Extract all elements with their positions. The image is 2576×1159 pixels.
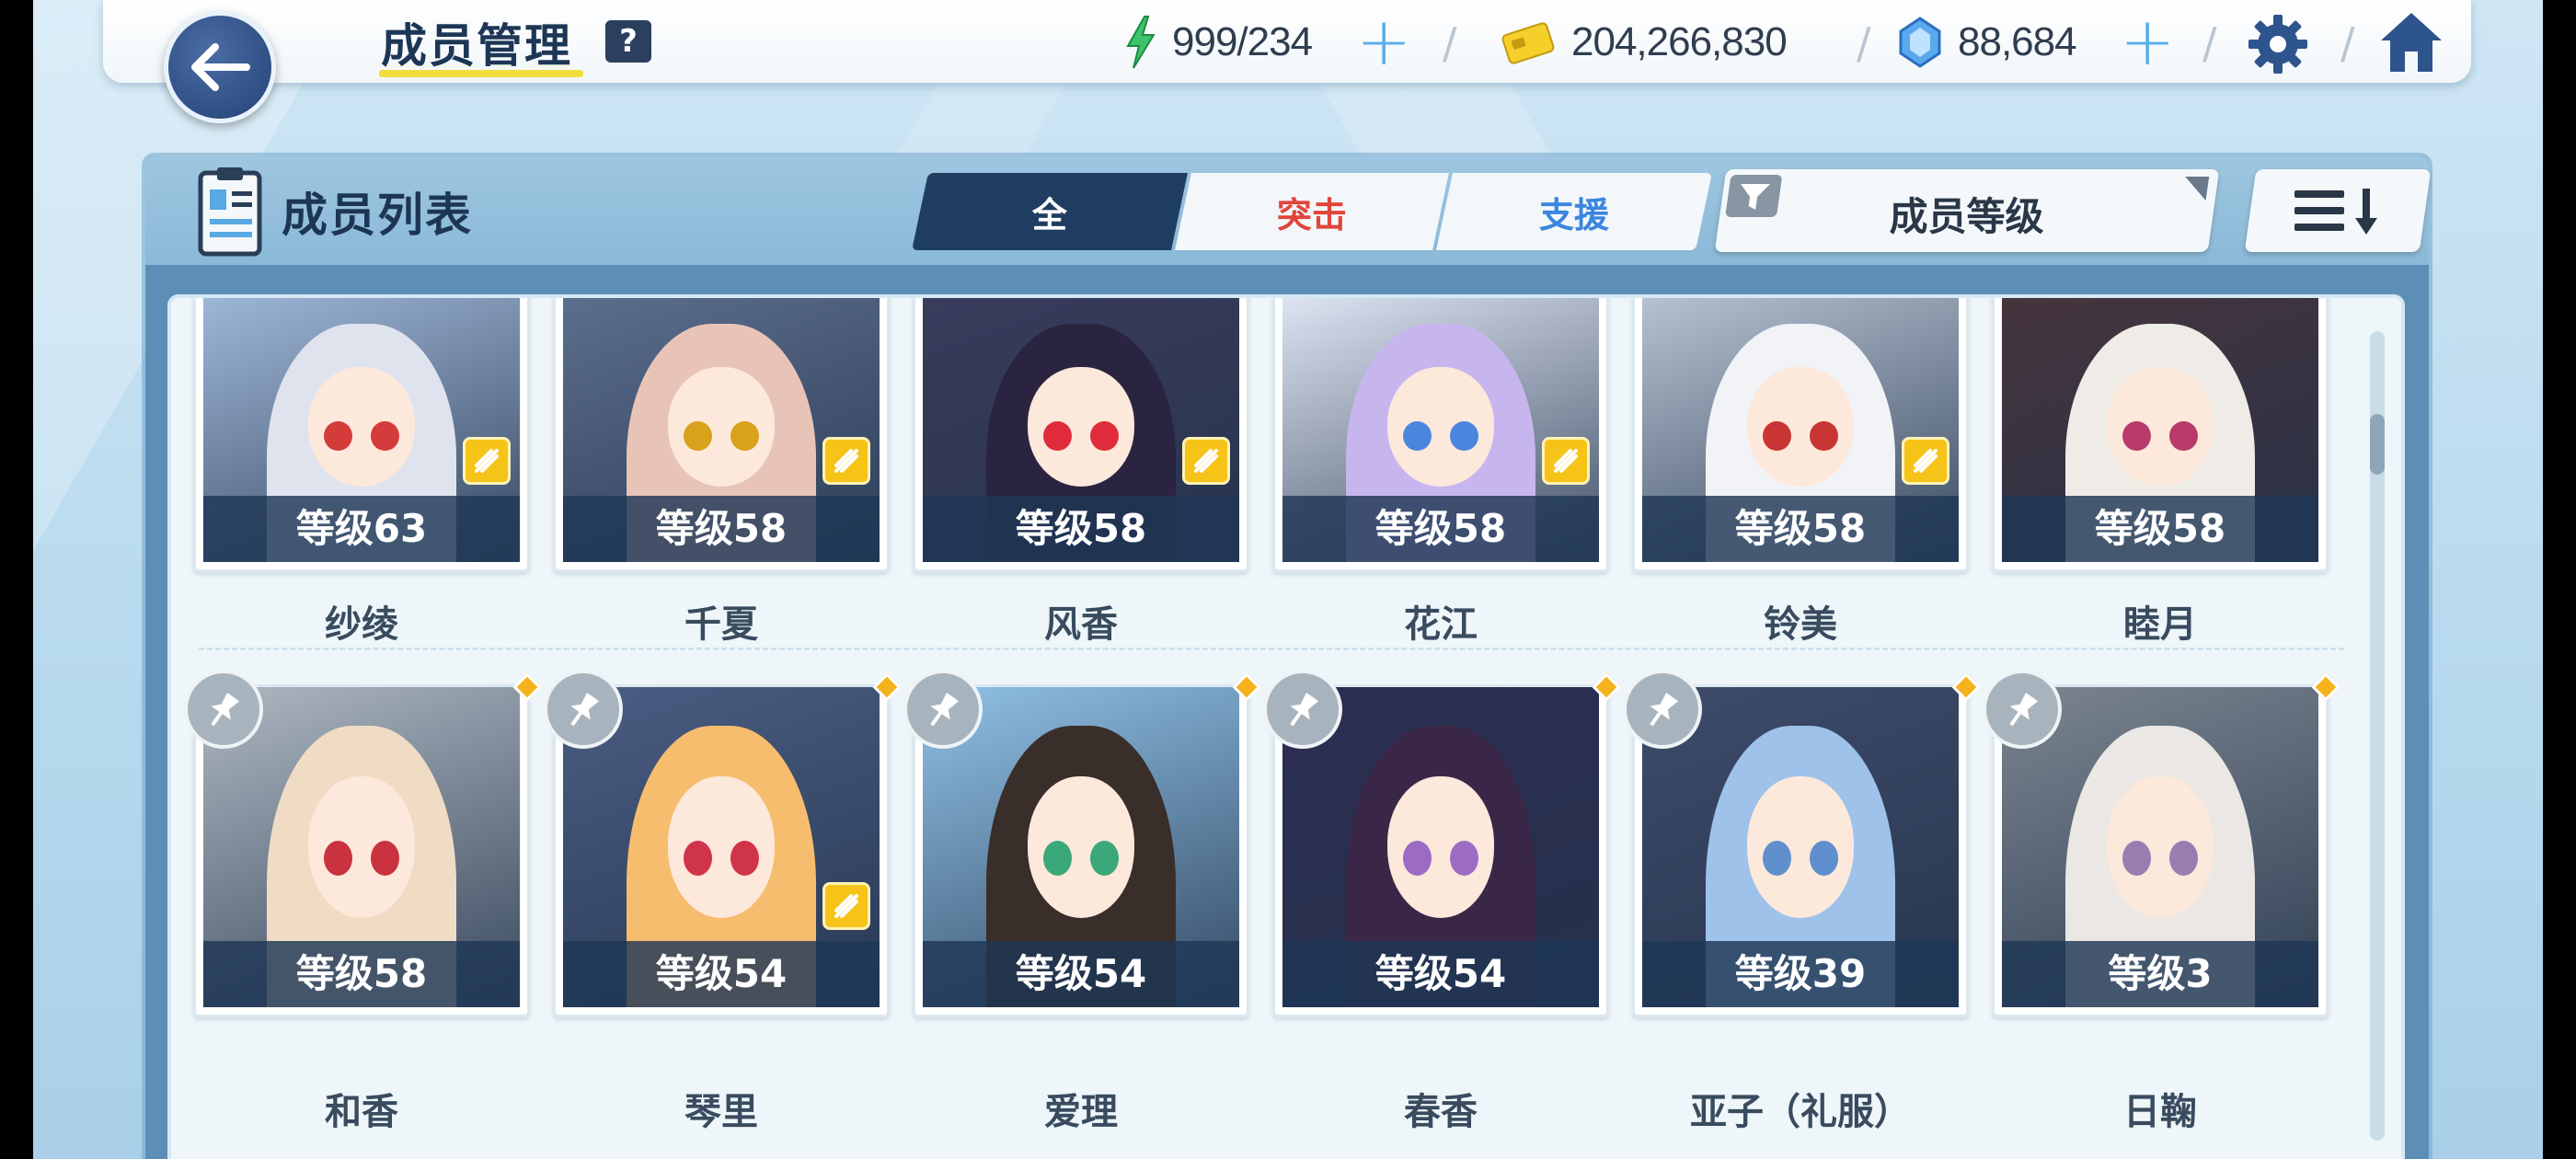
member-name: 花江 bbox=[1404, 603, 1478, 646]
gem-icon bbox=[1899, 17, 1941, 68]
member-name: 铃美 bbox=[1764, 603, 1837, 646]
back-button[interactable] bbox=[164, 11, 276, 123]
home-icon[interactable] bbox=[2377, 9, 2445, 75]
sort-descending-icon bbox=[2294, 189, 2377, 235]
level-label: 等级58 bbox=[563, 496, 880, 562]
divider: / bbox=[2202, 18, 2217, 68]
roster-clipboard-icon bbox=[198, 167, 262, 257]
divider: / bbox=[1857, 18, 1871, 68]
class-badge-icon bbox=[1542, 437, 1590, 485]
member-portrait: 等级58 bbox=[2002, 298, 2318, 562]
pin-icon[interactable] bbox=[1623, 670, 1702, 749]
level-label: 等级39 bbox=[1642, 941, 1959, 1007]
panel-title: 成员列表 bbox=[282, 189, 473, 242]
tab-support[interactable]: 支援 bbox=[1436, 173, 1712, 250]
member-card[interactable]: 等级58 bbox=[913, 298, 1249, 572]
member-portrait: 等级63 bbox=[203, 298, 520, 562]
tab-assault[interactable]: 突击 bbox=[1175, 173, 1449, 250]
back-arrow-icon bbox=[191, 43, 250, 91]
member-name: 和香 bbox=[325, 1091, 398, 1133]
level-label: 等级54 bbox=[923, 941, 1239, 1007]
sort-label: 成员等级 bbox=[1889, 194, 2044, 239]
member-name: 风香 bbox=[1044, 603, 1118, 646]
member-portrait: 等级58 bbox=[1282, 298, 1599, 562]
credit-card-icon bbox=[1501, 22, 1555, 64]
credits-value: 204,266,830 bbox=[1571, 19, 1788, 64]
member-name: 千夏 bbox=[684, 603, 758, 646]
settings-gear-icon[interactable] bbox=[2247, 13, 2309, 75]
row-divider bbox=[199, 648, 2344, 650]
sort-order-button[interactable] bbox=[2244, 169, 2432, 252]
level-label: 等级58 bbox=[1642, 496, 1959, 562]
energy-value: 999/234 bbox=[1172, 19, 1313, 64]
member-name: 春香 bbox=[1404, 1091, 1478, 1133]
member-card[interactable]: 等级58 bbox=[1272, 298, 1609, 572]
class-badge-icon bbox=[1182, 437, 1230, 485]
member-card[interactable]: 等级58 bbox=[1632, 298, 1969, 572]
class-badge-icon bbox=[822, 437, 870, 485]
pin-icon[interactable] bbox=[544, 670, 623, 749]
level-label: 等级3 bbox=[2002, 941, 2318, 1007]
help-button[interactable]: ? bbox=[605, 20, 651, 63]
class-badge-icon bbox=[822, 882, 870, 930]
tab-all-label: 全 bbox=[1031, 194, 1067, 235]
divider: / bbox=[2340, 18, 2355, 68]
member-name: 亚子（礼服） bbox=[1690, 1091, 1911, 1133]
level-label: 等级58 bbox=[203, 941, 520, 1007]
member-grid: 等级63 纱绫 等级58 千夏 等级58 风香 等级58 花江 等级58 铃美 等级58 睦月 等级58… bbox=[167, 294, 2405, 1159]
class-badge-icon bbox=[1902, 437, 1949, 485]
game-screen: 成员管理 ? 999/234 + / 204,266,830 / 88,684 … bbox=[33, 0, 2543, 1159]
member-card[interactable]: 等级58 bbox=[1992, 298, 2329, 572]
member-name: 爱理 bbox=[1044, 1091, 1118, 1133]
level-label: 等级58 bbox=[923, 496, 1239, 562]
add-gems-button[interactable]: + bbox=[2120, 8, 2175, 75]
member-name: 琴里 bbox=[684, 1091, 758, 1133]
level-label: 等级54 bbox=[1282, 941, 1599, 1007]
top-bar: 成员管理 ? 999/234 + / 204,266,830 / 88,684 … bbox=[103, 0, 2471, 83]
pin-icon[interactable] bbox=[184, 670, 263, 749]
level-label: 等级63 bbox=[203, 496, 520, 562]
add-energy-button[interactable]: + bbox=[1356, 8, 1411, 75]
member-name: 纱绫 bbox=[325, 603, 398, 646]
member-name: 日鞠 bbox=[2123, 1091, 2197, 1133]
pin-icon[interactable] bbox=[1263, 670, 1342, 749]
pin-icon[interactable] bbox=[903, 670, 983, 749]
class-badge-icon bbox=[463, 437, 511, 485]
gems-counter: 88,684 bbox=[1899, 13, 2077, 72]
member-name: 睦月 bbox=[2123, 603, 2197, 646]
member-portrait: 等级58 bbox=[923, 298, 1239, 562]
level-label: 等级54 bbox=[563, 941, 880, 1007]
level-label: 等级58 bbox=[2002, 496, 2318, 562]
member-card[interactable]: 等级58 bbox=[553, 298, 890, 572]
sort-dropdown[interactable]: 成员等级 bbox=[1714, 169, 2220, 252]
member-list-panel: 成员列表 全 突击 支援 成员等级 等级63 纱绫 等级58 千夏 等级58 风… bbox=[145, 156, 2432, 1159]
tab-assault-label: 突击 bbox=[1276, 194, 1347, 235]
gems-value: 88,684 bbox=[1958, 19, 2077, 64]
tab-support-label: 支援 bbox=[1538, 194, 1609, 235]
credits-counter: 204,266,830 bbox=[1501, 13, 1788, 72]
page-title: 成员管理 bbox=[381, 19, 572, 73]
member-portrait: 等级58 bbox=[1642, 298, 1959, 562]
title-underline bbox=[379, 70, 583, 77]
pin-icon[interactable] bbox=[1983, 670, 2062, 749]
divider: / bbox=[1443, 18, 1457, 68]
scrollbar-thumb[interactable] bbox=[2370, 414, 2385, 475]
tab-all[interactable]: 全 bbox=[912, 173, 1188, 250]
member-card[interactable]: 等级63 bbox=[193, 298, 530, 572]
member-portrait: 等级58 bbox=[563, 298, 880, 562]
level-label: 等级58 bbox=[1282, 496, 1599, 562]
energy-counter: 999/234 bbox=[1122, 13, 1313, 72]
energy-icon bbox=[1126, 16, 1156, 69]
panel-header: 成员列表 全 突击 支援 成员等级 bbox=[145, 156, 2432, 265]
